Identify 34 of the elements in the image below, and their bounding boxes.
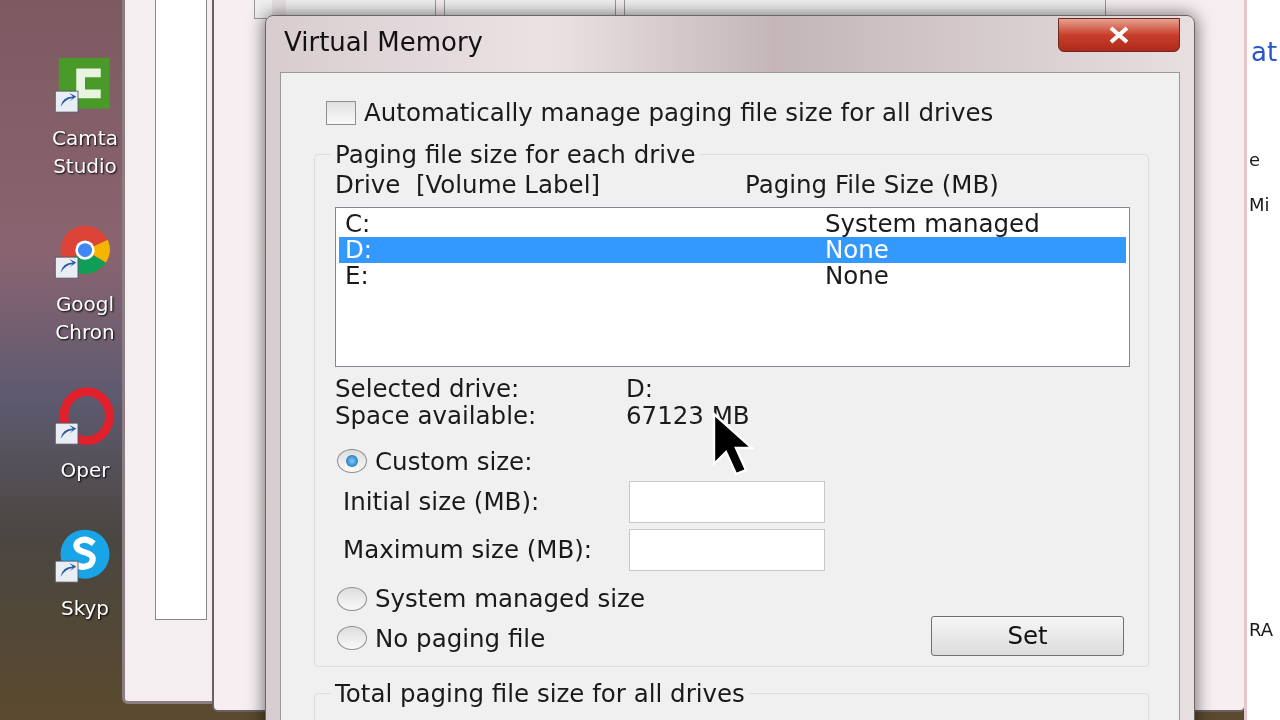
field-label: Maximum size (MB):	[343, 536, 594, 564]
window-title: Virtual Memory	[284, 28, 483, 58]
column-header: Drive [Volume Label]	[335, 171, 601, 199]
radio-label: System managed size	[375, 585, 646, 613]
radio-button[interactable]	[337, 449, 367, 474]
group-title: Total paging file size for all drives	[331, 680, 749, 708]
radio-label: Custom size:	[375, 447, 533, 476]
checkbox[interactable]	[326, 100, 356, 125]
radio-label: No paging file	[375, 624, 546, 653]
column-header: Paging File Size (MB)	[745, 171, 999, 199]
group-title: Paging file size for each drive	[331, 141, 700, 169]
close-icon	[1107, 25, 1131, 45]
radio-button[interactable]	[337, 626, 367, 651]
drive-row[interactable]: E: None	[339, 262, 1126, 289]
drive-list[interactable]: C: System managed D: None E: None	[335, 206, 1130, 367]
shortcut-label: Oper	[60, 457, 110, 484]
input-field[interactable]	[629, 529, 825, 572]
shortcut-label: Googl Chron	[55, 291, 115, 346]
input-field[interactable]	[629, 481, 825, 524]
checkbox-label: Automatically manage paging file size for all drives	[364, 99, 994, 127]
shortcut-label: Camta Studio	[52, 125, 118, 180]
panel-text: e	[1249, 150, 1261, 171]
panel-text: RA	[1249, 620, 1274, 641]
info-label: Selected drive:	[335, 374, 521, 403]
radio-button[interactable]	[337, 586, 367, 611]
info-label: Space available:	[335, 402, 538, 430]
drive-row[interactable]: C: System managed	[339, 210, 1126, 237]
field-label: Initial size (MB):	[343, 488, 541, 516]
set-button[interactable]: Set	[931, 616, 1124, 657]
close-button[interactable]	[1058, 18, 1180, 52]
shortcut-label: Skyp	[60, 595, 110, 622]
link[interactable]: at	[1251, 38, 1278, 68]
info-value: D:	[626, 374, 655, 403]
panel-text: Mi	[1249, 195, 1270, 216]
